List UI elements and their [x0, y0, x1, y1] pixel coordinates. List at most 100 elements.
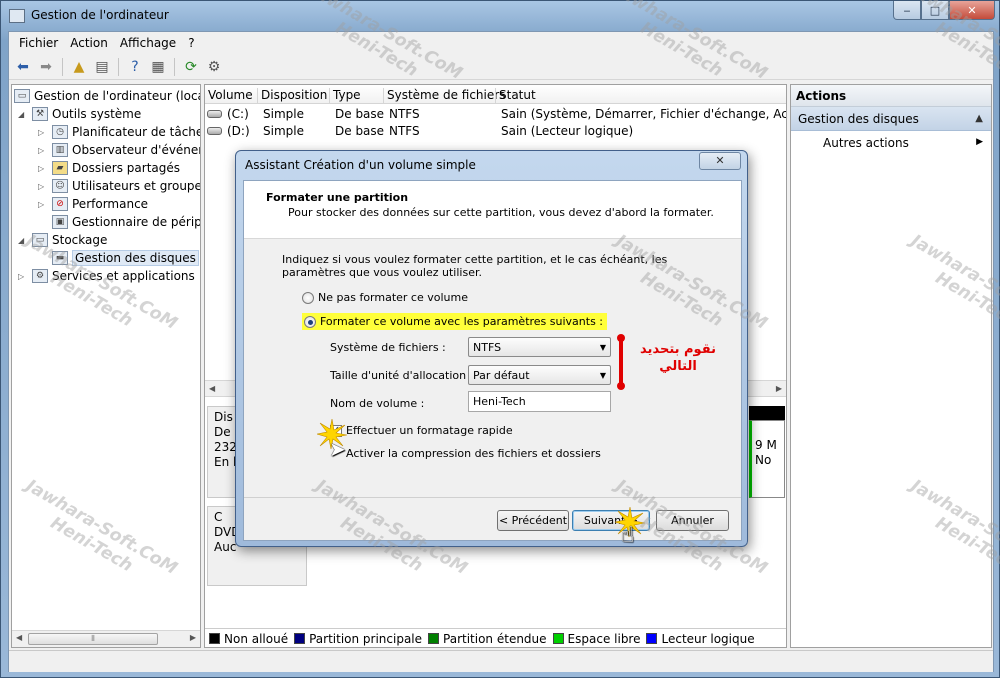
annotation-text: نقوم بتحديد التالي [640, 342, 716, 374]
properties-icon[interactable]: ▦ [148, 57, 168, 77]
filesystem-label: Système de fichiers : [330, 341, 446, 354]
actions-title: Actions [791, 85, 991, 107]
allocation-unit-label: Taille d'unité d'allocation : [330, 369, 474, 382]
status-bar [9, 650, 993, 672]
table-row[interactable]: (D:) Simple De base NTFS Sain (Lecteur l… [205, 123, 786, 140]
collapse-icon[interactable]: ◢ [18, 236, 28, 245]
tree-horizontal-scrollbar[interactable]: ◀ ⦀ ▶ [12, 630, 200, 647]
col-volume[interactable]: Volume [205, 88, 253, 104]
wizard-heading: Formater une partition [266, 191, 409, 204]
tree-item-outils-systeme[interactable]: ◢ ⚒ Outils système [18, 105, 141, 123]
wizard-subheading: Pour stocker des données sur cette parti… [288, 206, 714, 219]
disk-management-icon: ▬ [52, 251, 68, 265]
app-window: Gestion de l'ordinateur ‒ □ ✕ Fichier Ac… [0, 0, 1000, 678]
up-folder-icon[interactable]: ▲ [69, 57, 89, 77]
console-tree-icon[interactable]: ▤ [92, 57, 112, 77]
legend-swatch [552, 632, 564, 644]
event-viewer-icon: ▥ [52, 143, 68, 157]
collapse-icon[interactable]: ◢ [18, 110, 28, 119]
allocation-unit-select[interactable]: Par défaut ▼ [468, 365, 611, 385]
expand-icon[interactable]: ▷ [18, 272, 28, 281]
maximize-button[interactable]: □ [921, 1, 949, 20]
title-bar[interactable]: Gestion de l'ordinateur ‒ □ ✕ [1, 1, 1000, 31]
col-disposition[interactable]: Disposition [257, 88, 327, 104]
tools-icon: ⚒ [32, 107, 48, 121]
legend-swatch [428, 632, 440, 644]
back-arrow-icon[interactable]: ⬅ [13, 57, 33, 77]
refresh-icon[interactable]: ⟳ [181, 57, 201, 77]
collapse-up-icon[interactable]: ▲ [975, 113, 983, 124]
toolbar-separator [62, 57, 63, 76]
volume-name-label: Nom de volume : [330, 397, 425, 410]
radio-no-format[interactable]: Ne pas formater ce volume [302, 291, 468, 304]
device-manager-icon: ▣ [52, 215, 68, 229]
legend-unallocated: Non alloué [209, 632, 288, 646]
services-icon: ⚙ [32, 269, 48, 283]
dialog-title: Assistant Création d'un volume simple [245, 158, 476, 172]
settings-icon[interactable]: ⚙ [204, 57, 224, 77]
tree-item-root[interactable]: ▭ Gestion de l'ordinateur (local) [14, 87, 200, 105]
legend-logical: Lecteur logique [646, 632, 755, 646]
wizard-header: Formater une partition Pour stocker des … [244, 181, 741, 239]
computer-icon: ▭ [14, 89, 30, 103]
tree-item-stockage[interactable]: ◢ ▭ Stockage [18, 231, 107, 249]
expand-icon[interactable]: ▷ [38, 164, 48, 173]
menu-affichage[interactable]: Affichage [114, 34, 182, 52]
expand-icon[interactable]: ▷ [38, 146, 48, 155]
wizard-intro-text: Indiquez si vous voulez formater cette p… [282, 253, 668, 279]
drive-icon [207, 127, 222, 135]
scroll-right-icon[interactable]: ▶ [190, 633, 196, 642]
radio-button[interactable] [302, 291, 314, 304]
volume-name-input[interactable]: Heni-Tech [468, 391, 611, 412]
scroll-left-icon[interactable]: ◀ [16, 633, 22, 642]
tree-item-planificateur[interactable]: ▷ ◷ Planificateur de tâches [38, 123, 200, 141]
quick-format-checkbox-row[interactable]: ✓ Effectuer un formatage rapide [330, 424, 513, 437]
scroll-right-icon[interactable]: ▶ [776, 384, 782, 393]
filesystem-select[interactable]: NTFS ▼ [468, 337, 611, 357]
hand-pointer-icon: ☝ [621, 523, 635, 548]
table-row[interactable]: (C:) Simple De base NTFS Sain (Système, … [205, 106, 786, 123]
scroll-left-icon[interactable]: ◀ [209, 384, 215, 393]
action-autres-actions[interactable]: Autres actions ▶ [791, 131, 991, 150]
dialog-close-button[interactable]: ✕ [699, 152, 741, 170]
expand-icon[interactable]: ▷ [38, 200, 48, 209]
forward-arrow-icon[interactable]: ➡ [36, 57, 56, 77]
menu-fichier[interactable]: Fichier [13, 34, 64, 52]
toolbar-separator [174, 57, 175, 76]
radio-format[interactable]: Formater ce volume avec les paramètres s… [302, 313, 608, 330]
cancel-button[interactable]: Annuler [656, 510, 729, 531]
col-filesystem[interactable]: Système de fichiers [383, 88, 505, 104]
expand-icon[interactable]: ▷ [38, 128, 48, 137]
previous-button[interactable]: < Précédent [497, 510, 569, 531]
tree-item-utilisateurs[interactable]: ▷ ☺ Utilisateurs et groupes l [38, 177, 200, 195]
tree-item-gestion-disques[interactable]: ▬ Gestion des disques [38, 249, 199, 267]
partition-box[interactable]: 9 M No [749, 420, 785, 498]
actions-section-gestion-disques[interactable]: Gestion des disques ▲ [791, 107, 991, 131]
tree-item-services[interactable]: ▷ ⚙ Services et applications [18, 267, 195, 285]
close-button[interactable]: ✕ [949, 1, 995, 20]
menu-action[interactable]: Action [64, 34, 114, 52]
shared-folder-icon: ▰ [52, 161, 68, 175]
users-icon: ☺ [52, 179, 68, 193]
disk-legend: Non alloué Partition principale Partitio… [205, 628, 786, 647]
scrollbar-thumb[interactable]: ⦀ [28, 633, 158, 645]
tree-item-gestionnaire-peripheriques[interactable]: ▣ Gestionnaire de périphé [38, 213, 200, 231]
col-type[interactable]: Type [329, 88, 361, 104]
radio-button-selected[interactable] [304, 315, 316, 328]
minimize-button[interactable]: ‒ [893, 1, 921, 20]
toolbar-separator [118, 57, 119, 76]
tree-item-dossiers-partages[interactable]: ▷ ▰ Dossiers partagés [38, 159, 180, 177]
tree-item-performance[interactable]: ▷ ⊘ Performance [38, 195, 148, 213]
expand-icon[interactable]: ▷ [38, 182, 48, 191]
performance-icon: ⊘ [52, 197, 68, 211]
menu-help[interactable]: ? [182, 34, 200, 52]
compression-checkbox-row[interactable]: Activer la compression des fichiers et d… [330, 447, 601, 460]
window-title: Gestion de l'ordinateur [31, 8, 169, 22]
clock-icon: ◷ [52, 125, 68, 139]
help-icon[interactable]: ? [125, 57, 145, 77]
dropdown-arrow-icon: ▼ [599, 343, 606, 352]
col-status[interactable]: Statut [495, 88, 536, 104]
tree-item-observateur[interactable]: ▷ ▥ Observateur d'événeme [38, 141, 200, 159]
annotation-bracket [617, 334, 625, 390]
menu-bar: Fichier Action Affichage ? [9, 32, 993, 53]
